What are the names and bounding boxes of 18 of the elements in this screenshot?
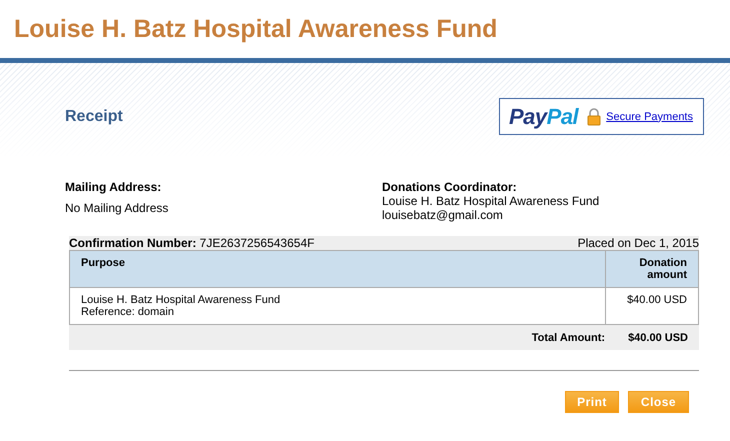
- mailing-label: Mailing Address:: [65, 180, 162, 194]
- column-header: Purpose: [70, 250, 606, 288]
- action-button[interactable]: Print: [565, 391, 619, 413]
- fund-title: Louise H. Batz Hospital Awareness Fund: [14, 14, 498, 44]
- padlock-icon: [587, 108, 602, 126]
- mailing-value: No Mailing Address: [65, 201, 170, 215]
- coordinator-label: Donations Coordinator:: [382, 180, 518, 194]
- total-amount: $40.00 USD: [628, 332, 688, 344]
- column-header: Donation amount: [606, 250, 698, 288]
- coordinator-line: Louise H. Batz Hospital Awareness Fund: [382, 194, 600, 208]
- confirmation-number: Confirmation Number: 7JE2637256543654F: [69, 236, 314, 250]
- total-label: Total Amount:: [532, 332, 606, 344]
- placed-date: Placed on Dec 1, 2015: [578, 236, 699, 250]
- coordinator-line: louisebatz@gmail.com: [382, 208, 504, 222]
- receipt-heading: Receipt: [65, 108, 123, 126]
- paypal-logo: PayPal: [508, 104, 578, 130]
- action-button[interactable]: Close: [628, 391, 689, 413]
- secure-payments-link[interactable]: Secure Payments: [606, 110, 693, 122]
